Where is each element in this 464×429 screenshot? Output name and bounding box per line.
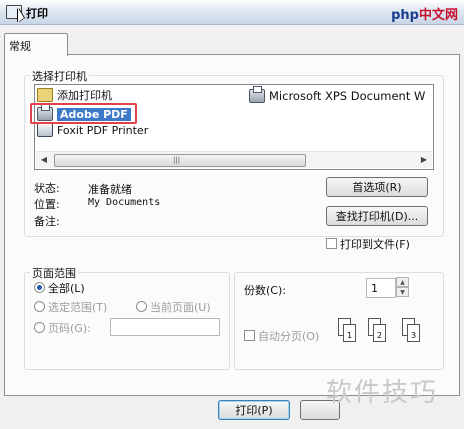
watermark-site: 中文网 (418, 8, 458, 23)
printer-group-legend: 选择打印机 (30, 68, 89, 84)
collate-page-icon: 3 (407, 324, 420, 342)
location-label: 位置: (34, 198, 60, 211)
find-printer-button[interactable]: 查找打印机(D)... (326, 206, 428, 226)
add-printer-icon (37, 88, 53, 102)
watermark-text: 软件技巧 (326, 378, 439, 408)
printer-icon (249, 86, 265, 103)
spin-up-icon[interactable]: ▲ (396, 277, 409, 287)
printer-item-add[interactable]: 添加打印机 (37, 87, 112, 103)
range-all-radio[interactable] (34, 282, 45, 293)
mouse-cursor-icon (18, 8, 24, 22)
printer-item-xps-label: Microsoft XPS Document W (269, 89, 426, 103)
status-value: 准备就绪 (88, 183, 132, 196)
copies-spinner[interactable]: ▲ ▼ (396, 277, 409, 299)
collate-page-icon: 2 (373, 324, 386, 342)
title-bar: 打印 php中文网 (0, 0, 464, 25)
scroll-left-icon[interactable]: ◀ (36, 152, 52, 168)
scroll-right-icon[interactable]: ▶ (416, 152, 432, 168)
window-title: 打印 (26, 7, 48, 20)
printer-item-foxit-label: Foxit PDF Printer (57, 123, 149, 137)
watermark-brand: php (391, 8, 419, 23)
printer-list-scrollbar[interactable]: ◀ ||| ▶ (36, 151, 432, 168)
range-selection-radio[interactable] (34, 301, 45, 312)
printer-list[interactable]: 添加打印机 Adobe PDF Foxit PDF Printer Micros… (34, 84, 434, 170)
grip-icon: ||| (173, 156, 181, 164)
location-value: My Documents (88, 197, 161, 208)
printer-icon (37, 123, 53, 137)
tab-general-label: 常规 (9, 40, 31, 53)
page-range-legend: 页面范围 (30, 265, 78, 281)
page-numbers-input[interactable] (110, 318, 220, 336)
collate-page-icon: 1 (343, 324, 356, 342)
print-to-file-checkbox[interactable] (326, 238, 337, 249)
preferences-button[interactable]: 首选项(R) (326, 177, 428, 197)
print-to-file-label: 打印到文件(F) (340, 238, 410, 251)
copies-input[interactable]: 1 (366, 278, 396, 298)
watermark-logo: php中文网 (391, 4, 458, 23)
collate-label: 自动分页(O) (258, 330, 320, 343)
range-all-label: 全部(L) (48, 282, 85, 295)
copies-label: 份数(C): (244, 284, 286, 297)
tab-general[interactable]: 常规 (4, 33, 68, 56)
range-current-radio[interactable] (136, 301, 147, 312)
range-current-label: 当前页面(U) (150, 301, 211, 314)
printer-item-add-label: 添加打印机 (57, 89, 112, 102)
range-selection-label: 选定范围(T) (48, 301, 108, 314)
collate-checkbox[interactable] (244, 330, 255, 341)
comment-label: 备注: (34, 215, 60, 228)
status-label: 状态: (34, 182, 60, 195)
printer-item-foxit[interactable]: Foxit PDF Printer (37, 122, 148, 138)
print-button[interactable]: 打印(P) (218, 400, 290, 420)
spin-down-icon[interactable]: ▼ (396, 287, 409, 297)
scrollbar-thumb[interactable]: ||| (54, 154, 306, 167)
range-pages-label: 页码(G): (48, 322, 91, 335)
range-pages-radio[interactable] (34, 322, 45, 333)
highlight-annotation (30, 103, 137, 124)
printer-item-xps[interactable]: Microsoft XPS Document W (249, 86, 426, 104)
